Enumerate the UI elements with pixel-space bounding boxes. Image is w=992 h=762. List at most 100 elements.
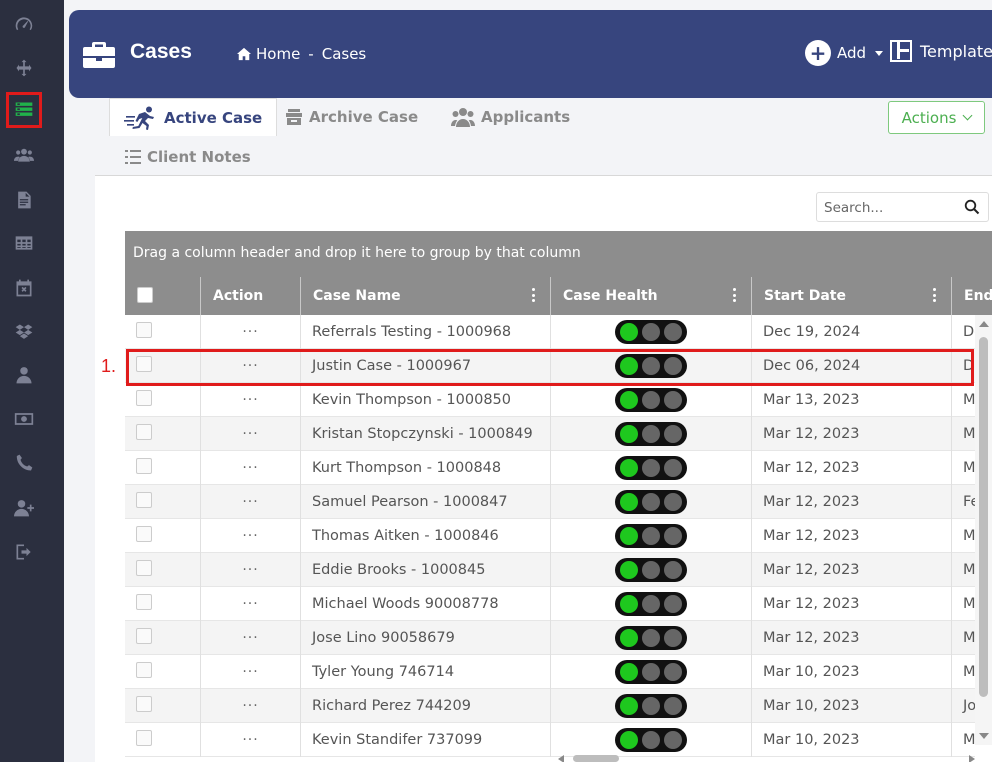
case-name-cell[interactable]: Thomas Aitken - 1000846 xyxy=(300,519,550,553)
search-input[interactable]: Search... xyxy=(816,192,989,222)
row-checkbox[interactable] xyxy=(136,322,152,338)
case-name-cell[interactable]: Eddie Brooks - 1000845 xyxy=(300,553,550,587)
tab-active-case[interactable]: Active Case xyxy=(109,98,278,136)
row-checkbox[interactable] xyxy=(136,730,152,746)
row-checkbox[interactable] xyxy=(136,390,152,406)
dropbox-icon[interactable] xyxy=(8,316,40,348)
users-group-icon[interactable] xyxy=(8,139,40,171)
row-actions-menu-icon[interactable]: ··· xyxy=(242,392,258,408)
select-all-checkbox[interactable] xyxy=(137,287,153,303)
table-row[interactable]: ··· Tyler Young 746714 Mar 10, 2023 M xyxy=(125,655,975,689)
logout-icon[interactable] xyxy=(8,536,40,568)
case-name-cell[interactable]: Kevin Standifer 737099 xyxy=(300,723,550,757)
column-menu-icon[interactable] xyxy=(933,288,937,305)
column-menu-icon[interactable] xyxy=(532,288,536,305)
chevron-down-icon xyxy=(962,110,973,121)
scrollbar-thumb[interactable] xyxy=(979,337,988,697)
start-date-cell: Mar 12, 2023 xyxy=(751,621,951,655)
row-checkbox[interactable] xyxy=(136,492,152,508)
select-cell xyxy=(125,723,200,757)
case-name-cell[interactable]: Michael Woods 90008778 xyxy=(300,587,550,621)
scroll-up-icon[interactable] xyxy=(979,321,989,327)
move-icon[interactable] xyxy=(8,52,40,84)
row-actions-menu-icon[interactable]: ··· xyxy=(242,494,258,510)
tab-archive-case[interactable]: Archive Case xyxy=(285,98,418,136)
row-checkbox[interactable] xyxy=(136,628,152,644)
start-date-cell: Mar 13, 2023 xyxy=(751,383,951,417)
table-row[interactable]: ··· Kevin Thompson - 1000850 Mar 13, 2023 M xyxy=(125,383,975,417)
row-checkbox[interactable] xyxy=(136,424,152,440)
table-row[interactable]: ··· Samuel Pearson - 1000847 Mar 12, 2023 F… xyxy=(125,485,975,519)
horizontal-scrollbar[interactable] xyxy=(555,752,975,762)
column-header-end-date[interactable]: End xyxy=(951,277,992,315)
row-checkbox[interactable] xyxy=(136,560,152,576)
case-name-cell[interactable]: Kevin Thompson - 1000850 xyxy=(300,383,550,417)
table-row[interactable]: ··· Kurt Thompson - 1000848 Mar 12, 2023 M xyxy=(125,451,975,485)
column-header-case-health[interactable]: Case Health xyxy=(550,277,751,315)
row-actions-menu-icon[interactable]: ··· xyxy=(242,562,258,578)
case-name-cell[interactable]: Kristan Stopczynski - 1000849 xyxy=(300,417,550,451)
actions-dropdown-button[interactable]: Actions xyxy=(888,101,985,134)
row-actions-menu-icon[interactable]: ··· xyxy=(242,732,258,748)
row-checkbox[interactable] xyxy=(136,594,152,610)
scrollbar-thumb[interactable] xyxy=(573,755,619,762)
calendar-x-icon[interactable] xyxy=(8,272,40,304)
document-icon[interactable] xyxy=(8,184,40,216)
row-actions-menu-icon[interactable]: ··· xyxy=(242,528,258,544)
group-by-drop-zone[interactable]: Drag a column header and drop it here to… xyxy=(125,231,992,277)
case-name-cell[interactable]: Samuel Pearson - 1000847 xyxy=(300,485,550,519)
row-actions-menu-icon[interactable]: ··· xyxy=(242,460,258,476)
user-icon[interactable] xyxy=(8,359,40,391)
action-cell: ··· xyxy=(200,417,300,451)
table-row[interactable]: ··· Richard Perez 744209 Mar 10, 2023 Jo xyxy=(125,689,975,723)
template-button[interactable]: Template xyxy=(890,40,992,62)
row-actions-menu-icon[interactable]: ··· xyxy=(242,324,258,340)
case-name-cell[interactable]: Tyler Young 746714 xyxy=(300,655,550,689)
row-actions-menu-icon[interactable]: ··· xyxy=(242,426,258,442)
column-header-start-date[interactable]: Start Date xyxy=(751,277,951,315)
column-label: Case Name xyxy=(313,288,401,304)
table-row[interactable]: ··· Referrals Testing - 1000968 Dec 19, 20… xyxy=(125,315,975,349)
row-actions-menu-icon[interactable]: ··· xyxy=(242,664,258,680)
row-checkbox[interactable] xyxy=(136,526,152,542)
breadcrumb-home[interactable]: Home xyxy=(256,45,300,63)
row-checkbox[interactable] xyxy=(136,696,152,712)
column-header-action[interactable]: Action xyxy=(200,277,300,315)
table-row[interactable]: ··· Michael Woods 90008778 Mar 12, 2023 M xyxy=(125,587,975,621)
case-name-cell[interactable]: Referrals Testing - 1000968 xyxy=(300,315,550,349)
scroll-left-icon[interactable] xyxy=(558,755,564,762)
search-icon[interactable] xyxy=(964,199,980,215)
row-checkbox[interactable] xyxy=(136,662,152,678)
health-light-grey xyxy=(642,425,660,443)
select-cell xyxy=(125,383,200,417)
add-dropdown-button[interactable]: + Add xyxy=(805,40,884,66)
column-header-case-name[interactable]: Case Name xyxy=(300,277,550,315)
tab-client-notes[interactable]: Client Notes xyxy=(125,138,251,176)
health-light-grey xyxy=(642,527,660,545)
table-row[interactable]: ··· Kristan Stopczynski - 1000849 Mar 12, … xyxy=(125,417,975,451)
tab-applicants[interactable]: Applicants xyxy=(451,98,570,136)
case-name-cell[interactable]: Jose Lino 90058679 xyxy=(300,621,550,655)
dashboard-icon[interactable] xyxy=(8,8,40,40)
table-icon[interactable] xyxy=(8,227,40,259)
table-row[interactable]: ··· Jose Lino 90058679 Mar 12, 2023 M xyxy=(125,621,975,655)
health-light-grey xyxy=(664,459,682,477)
table-row[interactable]: ··· Thomas Aitken - 1000846 Mar 12, 2023 M xyxy=(125,519,975,553)
case-name-cell[interactable]: Kurt Thompson - 1000848 xyxy=(300,451,550,485)
cases-list-icon[interactable] xyxy=(6,92,42,128)
row-actions-menu-icon[interactable]: ··· xyxy=(242,698,258,714)
money-icon[interactable] xyxy=(8,403,40,435)
table-row[interactable]: ··· Eddie Brooks - 1000845 Mar 12, 2023 M xyxy=(125,553,975,587)
vertical-scrollbar[interactable] xyxy=(975,315,992,745)
user-add-icon[interactable] xyxy=(8,492,40,524)
column-menu-icon[interactable] xyxy=(733,288,737,305)
scroll-right-icon[interactable] xyxy=(969,755,975,762)
column-label: End xyxy=(964,288,992,304)
scroll-down-icon[interactable] xyxy=(979,733,989,739)
phone-icon[interactable] xyxy=(8,447,40,479)
row-actions-menu-icon[interactable]: ··· xyxy=(242,596,258,612)
row-actions-menu-icon[interactable]: ··· xyxy=(242,630,258,646)
row-checkbox[interactable] xyxy=(136,458,152,474)
case-name-cell[interactable]: Richard Perez 744209 xyxy=(300,689,550,723)
select-cell xyxy=(125,315,200,349)
